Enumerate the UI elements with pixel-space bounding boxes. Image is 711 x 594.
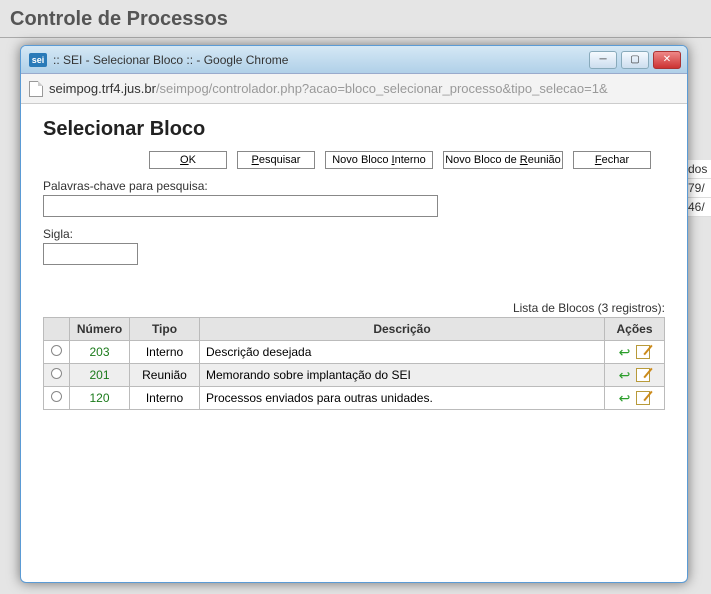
right-strip-cell: dos — [685, 160, 711, 179]
dialog-heading: Selecionar Bloco — [43, 118, 665, 141]
table-row: 201 Reunião Memorando sobre implantação … — [44, 364, 665, 387]
palavras-label: Palavras-chave para pesquisa: — [43, 179, 665, 193]
right-strip: dos 79/ 46/ — [685, 160, 711, 217]
palavras-input[interactable] — [43, 195, 438, 217]
edit-icon[interactable] — [636, 345, 650, 359]
edit-icon[interactable] — [636, 391, 650, 405]
maximize-button[interactable]: ▢ — [621, 51, 649, 69]
return-arrow-icon[interactable]: ↩ — [619, 391, 631, 405]
return-arrow-icon[interactable]: ↩ — [619, 345, 631, 359]
chrome-window: sei :: SEI - Selecionar Bloco :: - Googl… — [20, 45, 688, 583]
page-header: Controle de Processos — [0, 0, 711, 38]
table-header-row: Número Tipo Descrição Ações — [44, 318, 665, 341]
novo-bloco-interno-button[interactable]: Novo Bloco Interno — [325, 151, 433, 169]
return-arrow-icon[interactable]: ↩ — [619, 368, 631, 382]
edit-icon[interactable] — [636, 368, 650, 382]
col-radio-header — [44, 318, 70, 341]
url-path: /seimpog/controlador.php?acao=bloco_sele… — [156, 81, 608, 96]
descricao-cell: Descrição desejada — [200, 341, 605, 364]
blocos-table: Número Tipo Descrição Ações 203 Interno … — [43, 317, 665, 410]
window-title: :: SEI - Selecionar Bloco :: - Google Ch… — [53, 53, 589, 67]
row-radio[interactable] — [51, 391, 62, 402]
numero-link[interactable]: 201 — [89, 368, 109, 382]
tipo-cell: Interno — [130, 387, 200, 410]
col-tipo-header: Tipo — [130, 318, 200, 341]
fechar-button[interactable]: Fechar — [573, 151, 651, 169]
window-controls: ─ ▢ ✕ — [589, 51, 681, 69]
url-host: seimpog.trf4.jus.br — [49, 81, 156, 96]
col-numero-header: Número — [70, 318, 130, 341]
button-row: OK Pesquisar Novo Bloco Interno Novo Blo… — [149, 151, 665, 169]
window-titlebar[interactable]: sei :: SEI - Selecionar Bloco :: - Googl… — [21, 46, 687, 74]
descricao-cell: Processos enviados para outras unidades. — [200, 387, 605, 410]
table-row: 120 Interno Processos enviados para outr… — [44, 387, 665, 410]
table-row: 203 Interno Descrição desejada ↩ — [44, 341, 665, 364]
list-caption: Lista de Blocos (3 registros): — [43, 301, 665, 315]
right-strip-cell: 46/ — [685, 198, 711, 217]
minimize-button[interactable]: ─ — [589, 51, 617, 69]
sei-favicon: sei — [29, 53, 47, 67]
address-bar[interactable]: seimpog.trf4.jus.br/seimpog/controlador.… — [21, 74, 687, 104]
pesquisar-button[interactable]: Pesquisar — [237, 151, 315, 169]
numero-link[interactable]: 203 — [89, 345, 109, 359]
dialog-content: Selecionar Bloco OK Pesquisar Novo Bloco… — [21, 104, 687, 424]
page-icon — [29, 81, 43, 97]
col-descricao-header: Descrição — [200, 318, 605, 341]
tipo-cell: Reunião — [130, 364, 200, 387]
novo-bloco-reuniao-button[interactable]: Novo Bloco de Reunião — [443, 151, 563, 169]
row-radio[interactable] — [51, 345, 62, 356]
sigla-input[interactable] — [43, 243, 138, 265]
numero-link[interactable]: 120 — [89, 391, 109, 405]
tipo-cell: Interno — [130, 341, 200, 364]
row-radio[interactable] — [51, 368, 62, 379]
url-display: seimpog.trf4.jus.br/seimpog/controlador.… — [49, 81, 608, 96]
ok-button[interactable]: OK — [149, 151, 227, 169]
sigla-label: Sigla: — [43, 227, 665, 241]
descricao-cell: Memorando sobre implantação do SEI — [200, 364, 605, 387]
right-strip-cell: 79/ — [685, 179, 711, 198]
close-button[interactable]: ✕ — [653, 51, 681, 69]
col-acoes-header: Ações — [605, 318, 665, 341]
